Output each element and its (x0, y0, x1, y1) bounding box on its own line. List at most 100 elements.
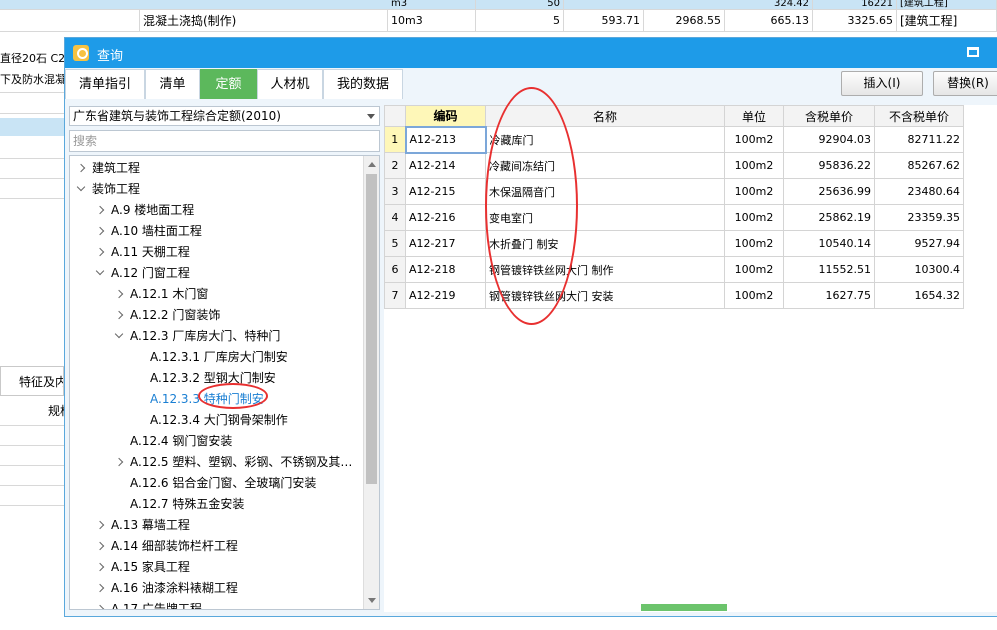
tree-item[interactable]: A.12 门窗工程 (70, 263, 364, 284)
tree-item-label: A.12.3.3 特种门制安 (150, 392, 264, 406)
tree-item[interactable]: 装饰工程 (70, 179, 364, 200)
cell-notax-price: 85267.62 (874, 152, 964, 179)
tree-item[interactable]: A.12.3 厂库房大门、特种门 (70, 326, 364, 347)
tab-quota[interactable]: 定额 (200, 69, 257, 99)
cell-name: 冷藏间冻结门 (485, 152, 725, 179)
cell-code: A12-216 (405, 204, 486, 231)
app-logo-icon (73, 45, 89, 61)
bg-cell-price: 593.71 (564, 10, 644, 32)
chevron-right-icon[interactable] (95, 226, 105, 236)
cell-notax-price: 1654.32 (874, 282, 964, 309)
cell-code: A12-219 (405, 282, 486, 309)
chevron-right-icon[interactable] (95, 562, 105, 572)
tree-item[interactable]: A.12.5 塑料、塑钢、彩钢、不锈钢及其… (70, 452, 364, 473)
tree-item[interactable]: A.12.3.1 厂库房大门制安 (70, 347, 364, 368)
scroll-up-icon[interactable] (368, 162, 376, 167)
chevron-down-icon[interactable] (114, 329, 124, 339)
tree-item[interactable]: A.16 油漆涂料裱糊工程 (70, 578, 364, 599)
tree-item-label: A.14 细部装饰栏杆工程 (111, 539, 238, 553)
tree-item-label: A.12.5 塑料、塑钢、彩钢、不锈钢及其… (130, 455, 353, 469)
cell-tax-price: 92904.03 (783, 126, 875, 153)
row-index: 1 (384, 126, 406, 153)
chevron-right-icon[interactable] (76, 163, 86, 173)
tree-item[interactable]: A.12.3.2 型钢大门制安 (70, 368, 364, 389)
tree-item[interactable]: A.12.2 门窗装饰 (70, 305, 364, 326)
tree-item-label: A.12.3.4 大门钢骨架制作 (150, 413, 288, 427)
tree-item[interactable]: A.12.1 木门窗 (70, 284, 364, 305)
cell-name: 冷藏库门 (485, 126, 725, 153)
table-row[interactable]: 7 A12-219 钢管镀锌铁丝网大门 安装 100m2 1627.75 1654.32 (384, 282, 964, 309)
tree-item[interactable]: 建筑工程 (70, 158, 364, 179)
row-index: 7 (384, 282, 406, 309)
tree-item[interactable]: A.12.3.3 特种门制安 (70, 389, 364, 410)
header-tax-price[interactable]: 含税单价 (783, 105, 875, 127)
chevron-down-icon[interactable] (76, 182, 86, 192)
insert-button[interactable]: 插入(I) (841, 71, 923, 96)
cell-unit: 100m2 (724, 204, 784, 231)
scroll-down-icon[interactable] (368, 598, 376, 603)
tree-item[interactable]: A.11 天棚工程 (70, 242, 364, 263)
search-input[interactable]: 搜索 (69, 130, 380, 152)
tab-my-data[interactable]: 我的数据 (323, 69, 403, 99)
chevron-right-icon[interactable] (114, 457, 124, 467)
tab-labor-material-machine[interactable]: 人材机 (257, 69, 323, 99)
tree-item[interactable]: A.14 细部装饰栏杆工程 (70, 536, 364, 557)
table-row[interactable]: 6 A12-218 钢管镀锌铁丝网大门 制作 100m2 11552.51 10300.4 (384, 256, 964, 283)
quota-library-select[interactable]: 广东省建筑与装饰工程综合定额(2010) (69, 106, 380, 126)
tree-item-label: A.10 墙柱面工程 (111, 224, 202, 238)
maximize-icon[interactable] (967, 47, 979, 57)
header-code[interactable]: 编码 (405, 105, 486, 127)
tree-item-label: A.13 幕墙工程 (111, 518, 190, 532)
bg-left-text-1: 直径20石 C25 (0, 52, 73, 65)
bg-cell-c2: 3325.65 (813, 10, 897, 32)
tree-item[interactable]: A.13 幕墙工程 (70, 515, 364, 536)
bg-divider (0, 485, 64, 486)
chevron-right-icon[interactable] (95, 247, 105, 257)
tree-item[interactable]: A.12.4 钢门窗安装 (70, 431, 364, 452)
header-name[interactable]: 名称 (485, 105, 725, 127)
tree-item-label: A.12.6 铝合金门窗、全玻璃门安装 (130, 476, 317, 490)
tree-item[interactable]: A.12.3.4 大门钢骨架制作 (70, 410, 364, 431)
tree-item[interactable]: A.12.6 铝合金门窗、全玻璃门安装 (70, 473, 364, 494)
chevron-right-icon[interactable] (95, 604, 105, 609)
tree-item[interactable]: A.17 广告牌工程 (70, 599, 364, 609)
header-notax-price[interactable]: 不含税单价 (874, 105, 964, 127)
chevron-right-icon[interactable] (95, 520, 105, 530)
scroll-thumb[interactable] (366, 174, 377, 484)
table-row[interactable]: 2 A12-214 冷藏间冻结门 100m2 95836.22 85267.62 (384, 152, 964, 179)
tree-item[interactable]: A.10 墙柱面工程 (70, 221, 364, 242)
tree-item[interactable]: A.12.7 特殊五金安装 (70, 494, 364, 515)
cell-name: 木折叠门 制安 (485, 230, 725, 257)
bg-left-text-2: 下及防水混凝 (0, 73, 66, 86)
chevron-right-icon[interactable] (95, 541, 105, 551)
chevron-right-icon[interactable] (114, 310, 124, 320)
tab-list-guide[interactable]: 清单指引 (65, 69, 145, 99)
tree-item[interactable]: A.9 楼地面工程 (70, 200, 364, 221)
tab-bill[interactable]: 清单 (145, 69, 200, 99)
chevron-right-icon[interactable] (114, 289, 124, 299)
panel-resize-handle[interactable] (641, 604, 727, 611)
tree-item-label: A.12.3.1 厂库房大门制安 (150, 350, 288, 364)
bg-divider (0, 445, 64, 446)
tree-item-label: A.12.1 木门窗 (130, 287, 209, 301)
bg-divider (0, 113, 64, 114)
tree-item-label: 装饰工程 (92, 182, 141, 196)
table-row[interactable]: 3 A12-215 木保温隔音门 100m2 25636.99 23480.64 (384, 178, 964, 205)
table-row[interactable]: 5 A12-217 木折叠门 制安 100m2 10540.14 9527.94 (384, 230, 964, 257)
header-unit[interactable]: 单位 (724, 105, 784, 127)
table-row[interactable]: 1 A12-213 冷藏库门 100m2 92904.03 82711.22 (384, 125, 964, 154)
chevron-right-icon[interactable] (95, 583, 105, 593)
bg-divider (0, 158, 64, 159)
replace-button[interactable]: 替换(R) (933, 71, 997, 96)
tree-item[interactable]: A.15 家具工程 (70, 557, 364, 578)
tree-scrollbar[interactable] (363, 156, 379, 609)
cell-notax-price: 23359.35 (874, 204, 964, 231)
dialog-titlebar[interactable]: 查询 (65, 38, 997, 68)
chevron-down-icon[interactable] (95, 266, 105, 276)
bg-feature-tab[interactable]: 特征及内 (0, 366, 64, 396)
cell-name: 钢管镀锌铁丝网大门 制作 (485, 256, 725, 283)
row-index: 6 (384, 256, 406, 283)
cell-tax-price: 95836.22 (783, 152, 875, 179)
table-row[interactable]: 4 A12-216 变电室门 100m2 25862.19 23359.35 (384, 204, 964, 231)
chevron-right-icon[interactable] (95, 205, 105, 215)
